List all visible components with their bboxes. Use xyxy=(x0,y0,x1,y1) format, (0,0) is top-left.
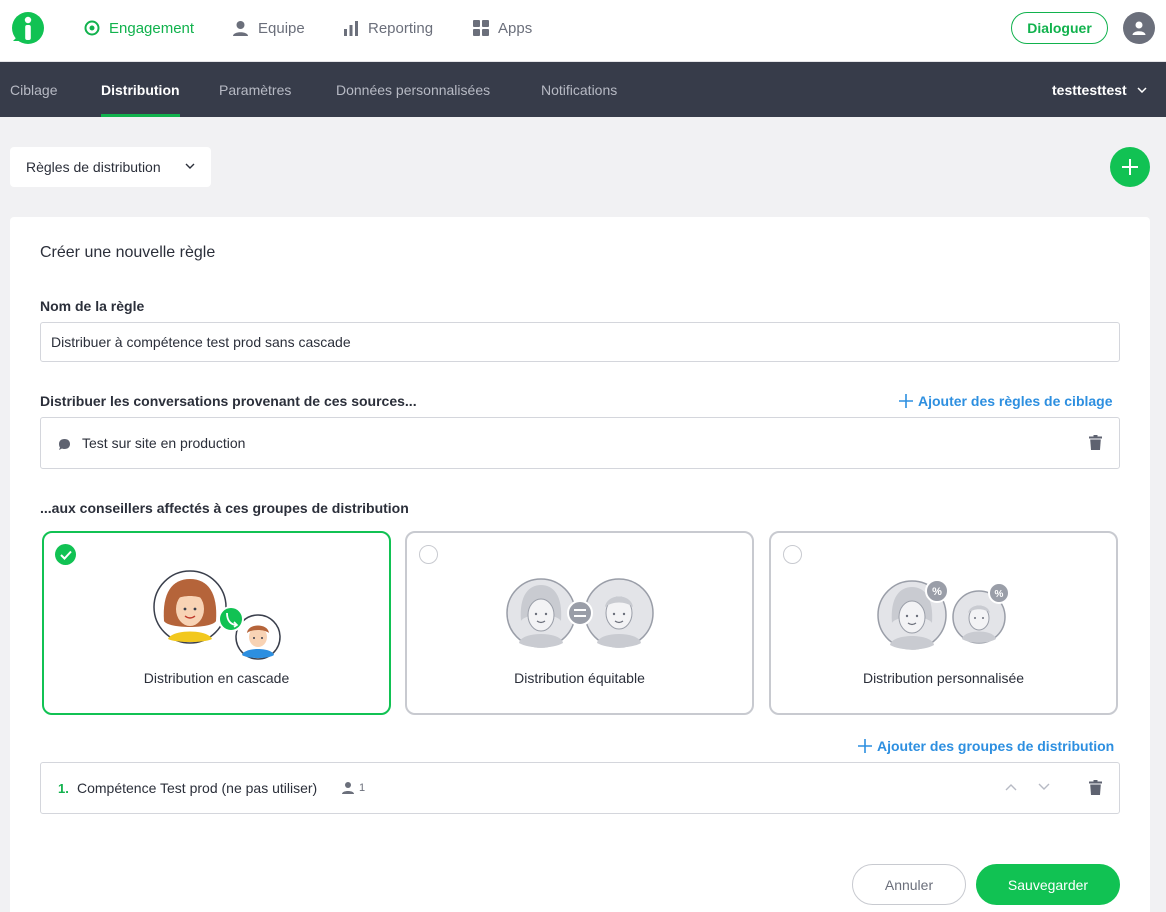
dialoguer-button[interactable]: Dialoguer xyxy=(1011,12,1108,44)
plus-icon xyxy=(858,739,872,753)
plus-icon xyxy=(1122,159,1138,175)
svg-text:%: % xyxy=(995,589,1004,600)
sources-label: Distribuer les conversations provenant d… xyxy=(40,393,417,409)
trash-icon[interactable] xyxy=(1089,780,1102,795)
rules-dropdown[interactable]: Règles de distribution xyxy=(10,147,211,187)
svg-text:%: % xyxy=(932,586,942,598)
form-title: Créer une nouvelle règle xyxy=(40,244,216,261)
option-personnalisee[interactable]: % % Distribution personnalisée xyxy=(769,531,1118,715)
add-targeting-rules-link[interactable]: Ajouter des règles de ciblage xyxy=(899,393,1113,409)
option-equitable[interactable]: Distribution équitable xyxy=(405,531,754,715)
user-name: testtesttest xyxy=(1052,81,1127,98)
option-cascade[interactable]: Distribution en cascade xyxy=(42,531,391,715)
add-targeting-label: Ajouter des règles de ciblage xyxy=(918,393,1113,409)
sub-navbar: Ciblage Distribution Paramètres Données … xyxy=(0,62,1166,117)
tab-parametres[interactable]: Paramètres xyxy=(219,62,291,117)
target-icon xyxy=(84,20,100,36)
chevron-down-icon xyxy=(185,163,195,169)
source-row: Test sur site en production xyxy=(40,417,1120,469)
option-label: Distribution en cascade xyxy=(143,670,290,686)
user-avatar[interactable] xyxy=(1123,12,1155,44)
top-navbar: Engagement Equipe Reporting Apps Dialogu… xyxy=(0,0,1166,62)
chevron-down-icon[interactable] xyxy=(1038,783,1050,791)
checkmark-icon xyxy=(55,544,76,565)
chevron-down-icon xyxy=(1137,86,1147,93)
tab-notifications[interactable]: Notifications xyxy=(541,62,617,117)
nav-reporting[interactable]: Reporting xyxy=(343,17,433,39)
nav-label: Engagement xyxy=(109,19,195,37)
tab-donnees-personnalisees[interactable]: Données personnalisées xyxy=(336,62,490,117)
tab-ciblage[interactable]: Ciblage xyxy=(10,62,57,117)
radio-button[interactable] xyxy=(419,545,438,564)
bar-chart-icon xyxy=(344,21,358,36)
chevron-up-icon[interactable] xyxy=(1005,783,1017,791)
add-groups-label: Ajouter des groupes de distribution xyxy=(877,738,1115,754)
nav-label: Equipe xyxy=(258,19,305,37)
tab-distribution[interactable]: Distribution xyxy=(101,62,180,117)
add-distribution-groups-link[interactable]: Ajouter des groupes de distribution xyxy=(858,738,1114,754)
distribution-group-row: 1. Compétence Test prod (ne pas utiliser… xyxy=(40,762,1120,814)
group-members: 1 xyxy=(341,781,365,795)
cancel-button[interactable]: Annuler xyxy=(852,864,966,905)
user-menu[interactable]: testtesttest xyxy=(1052,62,1147,117)
rules-dropdown-label: Règles de distribution xyxy=(26,159,161,175)
plus-icon xyxy=(899,394,913,408)
person-icon xyxy=(342,782,354,794)
cascade-illustration-icon xyxy=(153,570,281,660)
rule-name-input[interactable] xyxy=(40,322,1120,362)
app-logo-icon[interactable] xyxy=(11,11,45,45)
group-number: 1. xyxy=(58,781,69,796)
option-label: Distribution personnalisée xyxy=(862,670,1025,686)
nav-apps[interactable]: Apps xyxy=(473,17,532,39)
save-button[interactable]: Sauvegarder xyxy=(976,864,1120,905)
source-label: Test sur site en production xyxy=(82,435,246,451)
nav-engagement[interactable]: Engagement xyxy=(84,17,194,39)
radio-button[interactable] xyxy=(783,545,802,564)
person-icon xyxy=(1132,21,1146,35)
chat-bubble-icon xyxy=(59,439,70,450)
personnalisee-illustration-icon: % % xyxy=(877,579,1010,650)
grid-icon xyxy=(473,20,489,36)
trash-icon[interactable] xyxy=(1089,435,1102,450)
add-rule-button[interactable] xyxy=(1110,147,1150,187)
person-icon xyxy=(233,20,248,36)
group-name: Compétence Test prod (ne pas utiliser) xyxy=(77,780,318,796)
nav-label: Reporting xyxy=(368,19,434,37)
nav-label: Apps xyxy=(498,19,533,37)
nav-equipe[interactable]: Equipe xyxy=(232,17,305,39)
group-member-count: 1 xyxy=(359,782,366,794)
groups-label: ...aux conseillers affectés à ces groupe… xyxy=(40,500,409,516)
equitable-illustration-icon xyxy=(506,578,654,648)
rule-name-label: Nom de la règle xyxy=(40,298,145,314)
option-label: Distribution équitable xyxy=(514,670,645,686)
